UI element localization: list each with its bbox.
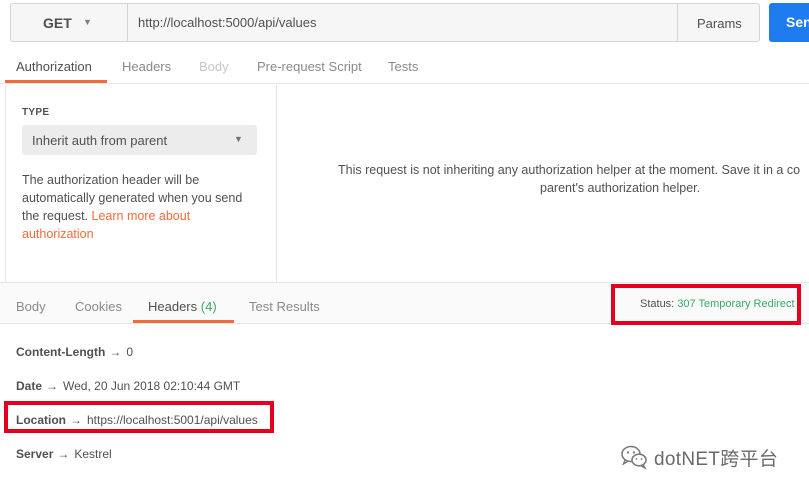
auth-type-value: Inherit auth from parent bbox=[32, 133, 168, 148]
params-label: Params bbox=[697, 16, 742, 31]
auth-settings-panel: TYPE Inherit auth from parent ▼ The auth… bbox=[5, 85, 277, 282]
watermark: dotNET跨平台 bbox=[620, 442, 800, 472]
tab-body[interactable]: Body bbox=[199, 59, 229, 74]
auth-message-line2: parent's authorization helper. bbox=[540, 181, 701, 195]
header-row-server: Server → Kestrel bbox=[16, 447, 112, 461]
watermark-text: dotNET跨平台 bbox=[654, 448, 779, 470]
header-row-location: Location → https://localhost:5001/api/valu… bbox=[16, 413, 258, 427]
params-button[interactable]: Params bbox=[677, 3, 760, 42]
tab-response-body[interactable]: Body bbox=[16, 299, 46, 314]
method-label: GET bbox=[43, 15, 72, 31]
auth-description: The authorization header will be automat… bbox=[22, 171, 262, 243]
wechat-icon bbox=[621, 445, 647, 470]
tab-headers[interactable]: Headers bbox=[122, 59, 171, 74]
auth-type-select[interactable]: Inherit auth from parent ▼ bbox=[22, 125, 257, 155]
arrow-right-icon: → bbox=[109, 345, 122, 359]
url-input[interactable]: http://localhost:5000/api/values bbox=[128, 3, 678, 42]
tab-pre-request-script[interactable]: Pre-request Script bbox=[257, 59, 362, 74]
request-tabs: Authorization Headers Body Pre-request S… bbox=[0, 49, 809, 84]
method-select[interactable]: GET ▼ bbox=[10, 3, 128, 42]
status-highlight-box: Status: 307 Temporary Redirect bbox=[611, 284, 801, 325]
header-key: Location bbox=[16, 413, 66, 427]
header-value: Kestrel bbox=[74, 447, 112, 461]
chevron-down-icon: ▼ bbox=[234, 134, 243, 144]
tab-test-results[interactable]: Test Results bbox=[249, 299, 320, 314]
tab-response-headers-label: Headers bbox=[148, 299, 198, 314]
url-text: http://localhost:5000/api/values bbox=[138, 15, 317, 30]
tab-tests[interactable]: Tests bbox=[388, 59, 418, 74]
header-value: 0 bbox=[126, 345, 133, 359]
auth-message-line1: This request is not inheriting any autho… bbox=[338, 163, 801, 177]
arrow-right-icon: → bbox=[57, 447, 70, 461]
header-row-content-length: Content-Length → 0 bbox=[16, 345, 133, 359]
tab-response-headers[interactable]: Headers (4) bbox=[148, 299, 217, 314]
arrow-right-icon: → bbox=[46, 379, 59, 393]
request-bar: GET ▼ http://localhost:5000/api/values P… bbox=[10, 3, 809, 42]
active-tab-indicator bbox=[5, 80, 107, 83]
arrow-right-icon: → bbox=[70, 413, 82, 427]
send-button[interactable]: Send bbox=[769, 3, 809, 42]
chevron-down-icon: ▼ bbox=[83, 17, 92, 27]
header-value: Wed, 20 Jun 2018 02:10:44 GMT bbox=[63, 379, 241, 393]
auth-type-label: TYPE bbox=[22, 107, 50, 118]
header-key: Server bbox=[16, 447, 54, 461]
status-value: 307 Temporary Redirect bbox=[677, 298, 795, 310]
headers-count-badge: (4) bbox=[200, 299, 217, 314]
header-key: Content-Length bbox=[16, 345, 106, 359]
send-label: Send bbox=[786, 14, 809, 30]
tab-cookies[interactable]: Cookies bbox=[75, 299, 122, 314]
status-text: Status: 307 Temporary Redirect bbox=[640, 298, 795, 310]
tab-authorization[interactable]: Authorization bbox=[16, 59, 92, 74]
active-response-tab-indicator bbox=[133, 320, 234, 323]
header-value: https://localhost:5001/api/values bbox=[87, 413, 258, 427]
header-key: Date bbox=[16, 379, 43, 393]
header-row-date: Date → Wed, 20 Jun 2018 02:10:44 GMT bbox=[16, 379, 240, 393]
auth-info-panel: This request is not inheriting any autho… bbox=[278, 85, 809, 282]
status-label: Status: bbox=[640, 298, 675, 310]
